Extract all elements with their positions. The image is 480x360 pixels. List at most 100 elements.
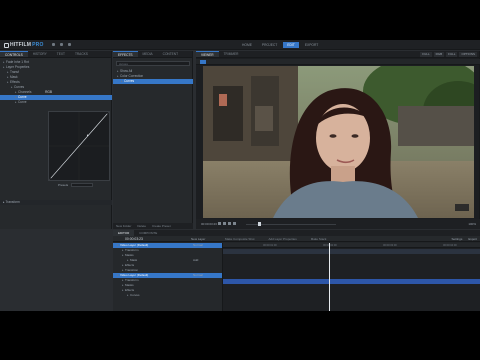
- tree-item[interactable]: ▸Curves: [113, 79, 193, 84]
- layer-track-bar[interactable]: [223, 249, 480, 254]
- tree-item-label: Effects: [10, 80, 20, 84]
- viewer-tabs: VIEWER TRIMMER FULL RGB FULL OPTIONS: [196, 51, 479, 58]
- export-button[interactable]: Export: [468, 237, 477, 241]
- tree-item-label: Layer Properties: [6, 65, 30, 69]
- controls-tabs: CONTROLS HISTORY TEXT TRACKS: [0, 51, 111, 58]
- tab-tracks[interactable]: TRACKS: [70, 51, 93, 57]
- ruler-tick: 00:00:03:00: [383, 244, 397, 247]
- tree-item-label: Curve: [18, 100, 27, 104]
- tab-history[interactable]: HISTORY: [28, 51, 52, 57]
- tab-effects[interactable]: EFFECTS: [113, 51, 138, 57]
- tree-item-label: Transform: [125, 278, 139, 282]
- playhead[interactable]: [329, 243, 330, 311]
- tab-content[interactable]: CONTENT: [158, 51, 183, 57]
- viewer-zoom-readout[interactable]: 100%: [468, 222, 476, 226]
- tree-item-label: Video Layer (Default): [120, 273, 149, 277]
- tree-item-label: Masks: [125, 253, 134, 257]
- app-logo: HITFILM PRO: [4, 42, 44, 48]
- transform-label: Transform: [5, 200, 20, 204]
- skip-forward-icon[interactable]: [228, 222, 231, 225]
- tree-item-label: Color Correction: [120, 74, 144, 78]
- tab-trimmer[interactable]: TRIMMER: [219, 51, 244, 57]
- video-frame[interactable]: [203, 66, 474, 218]
- effects-tree: ▸Show All ▸Color Correction ▸Curves: [113, 69, 193, 84]
- skip-back-icon[interactable]: [218, 222, 221, 225]
- settings-icon[interactable]: [68, 43, 71, 46]
- layer-track-bar[interactable]: [223, 279, 480, 284]
- make-composite-button[interactable]: Make Composite Shot: [225, 237, 255, 241]
- loop-icon[interactable]: [233, 222, 236, 225]
- add-properties-button[interactable]: Add Layer Properties: [269, 237, 297, 241]
- viewer-zoom-select[interactable]: FULL: [446, 52, 458, 57]
- tree-item-label: Curves: [124, 79, 135, 83]
- tree-item-label: Fade Inhe 1 Rnt: [6, 60, 29, 64]
- tab-controls[interactable]: CONTROLS: [0, 51, 28, 57]
- tab-text[interactable]: TEXT: [52, 51, 70, 57]
- tree-item-label: Channels: [18, 90, 32, 94]
- editor-right-controls: Settings Export: [451, 237, 477, 241]
- tree-item-label: Effects: [125, 263, 135, 267]
- curves-graph[interactable]: [48, 111, 110, 181]
- viewer-panel: VIEWER TRIMMER FULL RGB FULL OPTIONS 00:…: [196, 51, 480, 229]
- viewer-options: FULL RGB FULL OPTIONS: [420, 52, 477, 57]
- tree-item-label: Show All: [120, 69, 133, 73]
- logo-icon: [4, 42, 9, 48]
- title-toolbar: [52, 43, 71, 46]
- new-folder-button[interactable]: New Folder: [116, 224, 131, 228]
- save-icon[interactable]: [52, 43, 55, 46]
- editor-panel: EDITOR COMPOSITE 00:00:03:23 New Layer M…: [113, 230, 480, 311]
- logo-text: HITFILM: [10, 42, 32, 48]
- undo-icon[interactable]: [60, 43, 63, 46]
- controls-tree: ▸Fade Inhe 1 Rnt ▸Layer Properties ▸Transf…: [0, 60, 112, 105]
- effects-footer: New Folder Delete Create Preset: [113, 223, 193, 229]
- presets-select[interactable]: [71, 183, 94, 188]
- timeline-ruler[interactable]: 00:00:01:00 00:00:02:00 00:00:03:00 00:0…: [223, 243, 480, 248]
- presets-label: Presets: [58, 183, 69, 187]
- tree-item-label: Transf: [10, 70, 19, 74]
- tree-item[interactable]: ▸Curves: [113, 293, 222, 298]
- tree-item[interactable]: ▸Curve: [0, 100, 112, 105]
- tree-item-label: Transition: [125, 268, 139, 272]
- tree-item-label: Transform: [125, 248, 139, 252]
- tree-item-label: Masks: [125, 283, 134, 287]
- tab-project[interactable]: PROJECT: [258, 42, 281, 48]
- tree-item-label: Video Layer (Default): [120, 243, 149, 247]
- tree-item-label: Curve: [18, 95, 27, 99]
- new-layer-button[interactable]: New Layer: [191, 237, 205, 241]
- timeline-tracks: 00:00:01:00 00:00:02:00 00:00:03:00 00:0…: [223, 243, 480, 311]
- tree-item-label: Mask: [10, 75, 18, 79]
- viewer-options-button[interactable]: OPTIONS: [459, 52, 477, 57]
- viewer-transport: 00:00:03:23 100%: [196, 219, 480, 229]
- tab-edit[interactable]: EDIT: [283, 42, 299, 48]
- tab-media[interactable]: MEDIA: [138, 51, 158, 57]
- tree-item-label: Effects: [125, 288, 135, 292]
- presets-row: Presets: [58, 183, 94, 188]
- transport-buttons: [218, 222, 236, 225]
- timeline-actions: Make Composite Shot Add Layer Properties…: [225, 237, 326, 241]
- viewer-channel-select[interactable]: RGB: [433, 52, 445, 57]
- logo-suffix: PRO: [32, 42, 44, 48]
- viewer-scrub-handle[interactable]: [258, 222, 261, 226]
- effects-search-input[interactable]: curves: [116, 61, 190, 66]
- select-tool-icon[interactable]: [200, 60, 206, 64]
- create-preset-button[interactable]: Create Preset: [152, 224, 171, 228]
- tree-item-label: Curves: [130, 293, 140, 297]
- tab-home[interactable]: HOME: [238, 42, 256, 48]
- viewer-toolbar: [196, 59, 480, 65]
- tree-item-label: Curves: [14, 85, 25, 89]
- tree-item-label: Mask: [130, 258, 138, 262]
- tab-viewer[interactable]: VIEWER: [196, 51, 219, 57]
- settings-button[interactable]: Settings: [451, 237, 462, 241]
- editor-timecode[interactable]: 00:00:03:23: [125, 237, 143, 241]
- transform-section[interactable]: ▸ Transform: [0, 200, 112, 205]
- delete-button[interactable]: Delete: [137, 224, 146, 228]
- app-window: HITFILM PRO HOME PROJECT EDIT EXPORT CONT…: [0, 40, 480, 311]
- viewer-quality-select[interactable]: FULL: [420, 52, 432, 57]
- workspace-tabs: HOME PROJECT EDIT EXPORT: [238, 42, 322, 48]
- effects-panel: EFFECTS MEDIA CONTENT curves ▸Show All ▸C…: [113, 51, 193, 229]
- effects-tabs: EFFECTS MEDIA CONTENT: [113, 51, 192, 58]
- play-icon[interactable]: [223, 222, 226, 225]
- viewer-timecode: 00:00:03:23: [201, 222, 217, 226]
- make-stack-button[interactable]: Make Stack: [311, 237, 327, 241]
- tab-export[interactable]: EXPORT: [301, 42, 323, 48]
